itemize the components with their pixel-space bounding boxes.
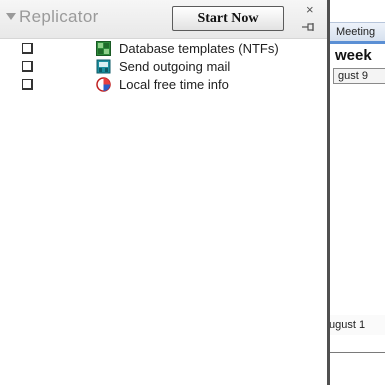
list-item[interactable]: Local free time info: [0, 76, 327, 94]
list-item[interactable]: Send outgoing mail: [0, 58, 327, 76]
database-templates-icon: [96, 41, 111, 56]
panel-title: Replicator: [19, 7, 99, 26]
collapse-arrow-icon[interactable]: [6, 13, 16, 20]
tab-meeting-label: Meeting: [336, 26, 376, 38]
task-label: Local free time info: [119, 77, 229, 92]
pin-icon[interactable]: [302, 22, 316, 32]
task-checkbox[interactable]: [22, 79, 33, 90]
calendar-divider: [330, 352, 385, 353]
tab-meeting[interactable]: Meeting: [330, 22, 385, 44]
close-icon[interactable]: ×: [306, 3, 314, 16]
outgoing-mail-icon: [96, 59, 111, 74]
task-label: Database templates (NTFs): [119, 41, 279, 56]
calendar-toolbar: [330, 0, 385, 22]
start-now-button[interactable]: Start Now: [172, 6, 284, 31]
calendar-view: Meeting week gust 9 ugust 1: [330, 0, 385, 385]
calendar-date-header[interactable]: gust 9: [333, 68, 385, 84]
calendar-date-lower[interactable]: ugust 1: [330, 319, 365, 331]
replicator-panel: Replicator Start Now × Database template…: [0, 0, 327, 385]
task-checkbox[interactable]: [22, 61, 33, 72]
week-heading: week: [335, 47, 372, 64]
task-checkbox[interactable]: [22, 43, 33, 54]
list-item[interactable]: Database templates (NTFs): [0, 40, 327, 58]
free-time-icon: [96, 77, 111, 92]
task-label: Send outgoing mail: [119, 59, 231, 74]
replicator-header: Replicator Start Now ×: [0, 0, 327, 39]
